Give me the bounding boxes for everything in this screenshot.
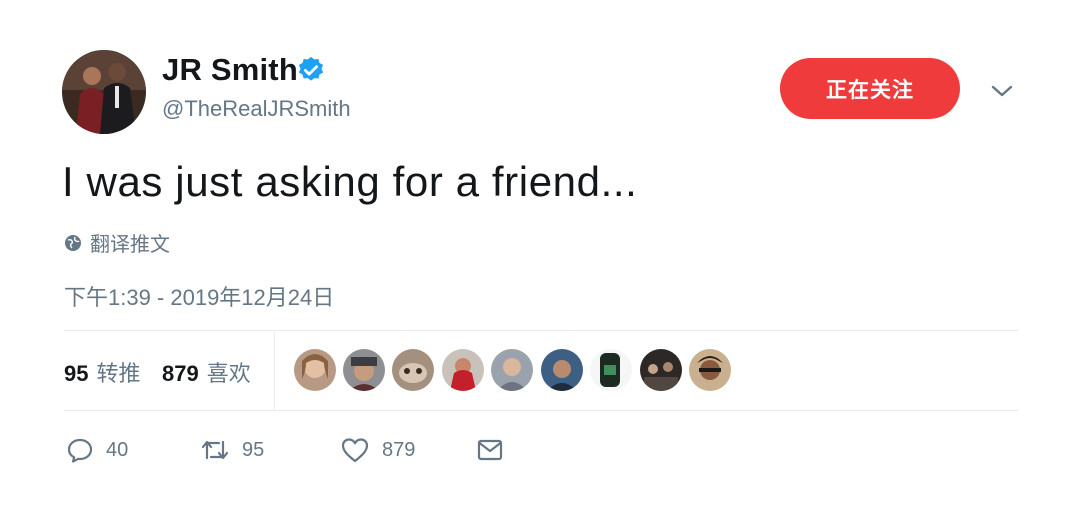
chevron-down-icon[interactable] <box>988 80 1016 102</box>
retweet-button[interactable]: 95 <box>200 436 264 464</box>
liker-avatar[interactable] <box>590 349 632 391</box>
user-name[interactable]: JR Smith <box>162 52 298 88</box>
likes-count: 879 <box>162 361 199 386</box>
liker-avatar[interactable] <box>541 349 583 391</box>
liker-avatar[interactable] <box>343 349 385 391</box>
tweet-timestamp[interactable]: 下午1:39 - 2019年12月24日 <box>64 280 334 312</box>
likes-stat[interactable]: 879 喜欢 <box>162 356 251 388</box>
liker-avatar[interactable] <box>491 349 533 391</box>
like-count: 879 <box>382 438 416 461</box>
liker-avatar[interactable] <box>392 349 434 391</box>
translate-label: 翻译推文 <box>90 234 170 256</box>
retweet-icon <box>201 440 229 460</box>
verified-badge-icon <box>296 55 326 85</box>
profile-avatar[interactable] <box>62 50 146 134</box>
likes-label: 喜欢 <box>206 361 251 386</box>
reply-button[interactable]: 40 <box>66 436 128 464</box>
translate-tweet-link[interactable]: 翻译推文 <box>64 228 170 257</box>
liker-avatar[interactable] <box>294 349 336 391</box>
liker-avatar[interactable] <box>640 349 682 391</box>
stats-separator <box>274 332 275 410</box>
mail-icon <box>477 439 503 461</box>
user-handle[interactable]: @TheRealJRSmith <box>162 96 351 122</box>
retweet-count: 95 <box>242 438 265 461</box>
tweet-text: I was just asking for a friend... <box>62 158 638 205</box>
heart-icon <box>341 438 369 463</box>
reply-count: 40 <box>106 438 129 461</box>
liker-avatar[interactable] <box>442 349 484 391</box>
liker-avatar[interactable] <box>689 349 731 391</box>
reply-icon <box>67 438 93 463</box>
divider <box>64 330 1018 331</box>
direct-message-button[interactable] <box>476 436 504 464</box>
retweets-stat[interactable]: 95 转推 <box>64 356 141 388</box>
like-button[interactable]: 879 <box>340 436 415 464</box>
retweets-label: 转推 <box>96 361 141 386</box>
divider <box>64 410 1018 411</box>
following-button[interactable]: 正在关注 <box>780 58 960 119</box>
globe-icon <box>65 234 81 251</box>
retweets-count: 95 <box>64 361 89 386</box>
